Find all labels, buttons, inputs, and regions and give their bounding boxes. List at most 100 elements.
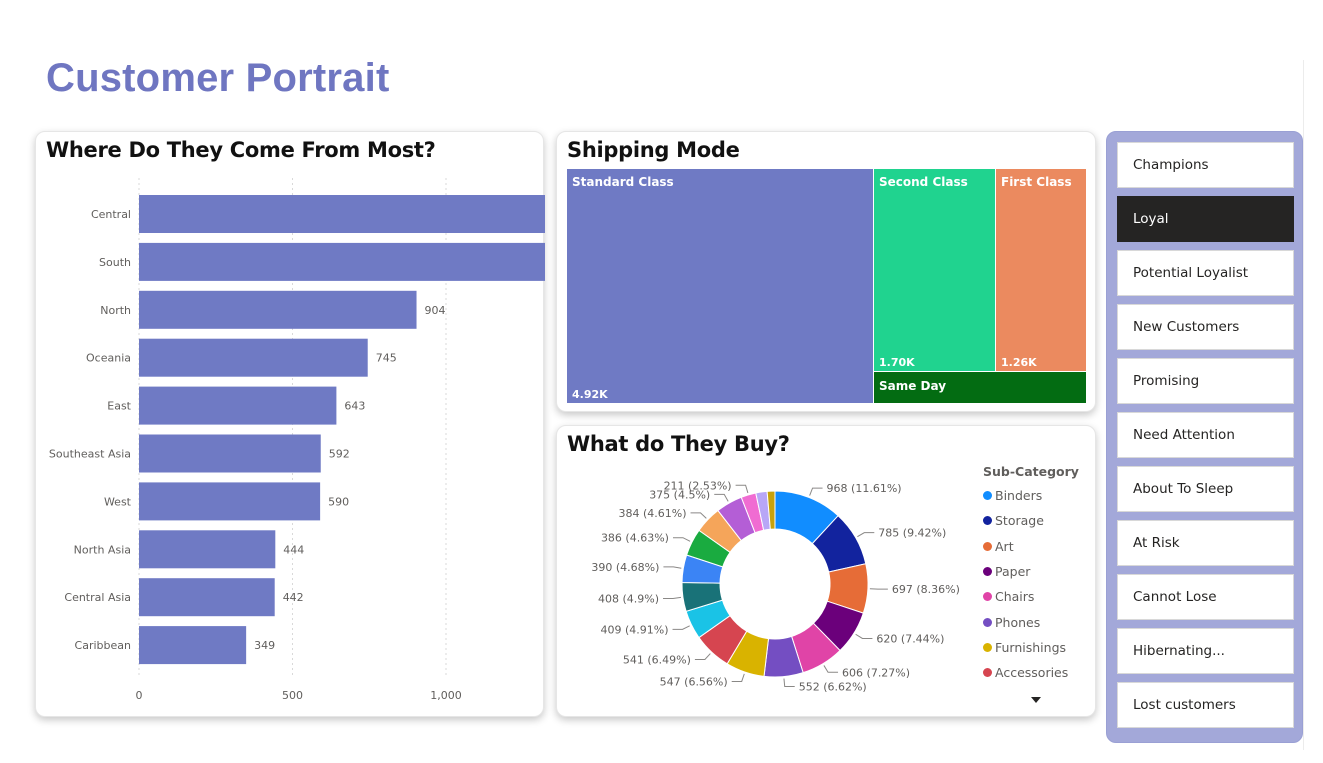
category-label-central-asia: Central Asia bbox=[64, 591, 131, 604]
segment-button-new-customers[interactable]: New Customers bbox=[1117, 304, 1294, 350]
donut-leader-line bbox=[857, 532, 875, 538]
segment-button-at-risk[interactable]: At Risk bbox=[1117, 520, 1294, 566]
bar-central-asia[interactable] bbox=[139, 578, 275, 617]
segment-button-need-attention[interactable]: Need Attention bbox=[1117, 412, 1294, 458]
donut-data-label: 785 (9.42%) bbox=[878, 527, 946, 540]
legend-item-paper[interactable]: Paper bbox=[983, 559, 1093, 584]
donut-leader-line bbox=[783, 678, 795, 688]
donut-leader-line bbox=[690, 512, 707, 519]
data-label-central-asia: 442 bbox=[283, 591, 304, 604]
donut-data-label: 541 (6.49%) bbox=[623, 653, 691, 666]
sub-category-legend: Sub-Category Binders Storage Art Paper Chair… bbox=[983, 464, 1093, 685]
bar-south[interactable] bbox=[139, 242, 545, 281]
legend-marker bbox=[983, 592, 992, 602]
donut-data-label: 620 (7.44%) bbox=[876, 632, 944, 645]
bar-east[interactable] bbox=[139, 386, 337, 425]
legend-item-binders[interactable]: Binders bbox=[983, 483, 1093, 508]
category-label-south: South bbox=[99, 256, 131, 269]
donut-leader-line bbox=[663, 566, 682, 569]
segment-button-champions[interactable]: Champions bbox=[1117, 142, 1294, 188]
donut-leader-line bbox=[731, 673, 745, 682]
donut-data-label: 606 (7.27%) bbox=[842, 666, 910, 679]
region-bar-chart[interactable]: 05001,0001,5002,000Central2235South1391N… bbox=[36, 132, 545, 718]
bar-west[interactable] bbox=[139, 482, 321, 521]
donut-data-label: 697 (8.36%) bbox=[892, 583, 960, 596]
donut-leader-line bbox=[672, 625, 690, 630]
data-label-caribbean: 349 bbox=[254, 639, 275, 652]
bar-north-asia[interactable] bbox=[139, 530, 276, 569]
segment-button-about-to-sleep[interactable]: About To Sleep bbox=[1117, 466, 1294, 512]
donut-leader-line bbox=[809, 487, 823, 496]
segment-button-cannot-lose[interactable]: Cannot Lose bbox=[1117, 574, 1294, 620]
donut-data-label: 386 (4.63%) bbox=[601, 532, 669, 545]
donut-leader-line bbox=[714, 493, 729, 502]
donut-leader-line bbox=[663, 596, 682, 599]
bar-north[interactable] bbox=[139, 290, 417, 329]
legend-label: Furnishings bbox=[995, 639, 1067, 655]
legend-marker bbox=[983, 642, 992, 652]
sub-category-donut-chart[interactable]: 968 (11.61%) 785 (9.42%) 697 (8.36%) 620 (7… bbox=[557, 426, 977, 718]
page-title: Customer Portrait bbox=[46, 56, 390, 100]
donut-data-label: 552 (6.62%) bbox=[799, 681, 867, 694]
data-label-oceania: 745 bbox=[376, 352, 397, 365]
page-edge-divider bbox=[1303, 60, 1304, 750]
bar-caribbean[interactable] bbox=[139, 626, 247, 665]
donut-data-label: 547 (6.56%) bbox=[660, 675, 728, 688]
bar-central[interactable] bbox=[139, 195, 545, 233]
legend-marker bbox=[983, 541, 992, 551]
legend-label: Art bbox=[995, 538, 1014, 554]
donut-data-label: 384 (4.61%) bbox=[619, 507, 687, 520]
segment-button-hibernating[interactable]: Hibernating... bbox=[1117, 628, 1294, 674]
donut-data-label: 408 (4.9%) bbox=[598, 592, 659, 605]
category-label-southeast-asia: Southeast Asia bbox=[49, 448, 131, 461]
shipping-mode-card[interactable]: Shipping Mode Standard Class 4.92K Secon… bbox=[556, 131, 1096, 412]
segment-button-loyal[interactable]: Loyal bbox=[1117, 196, 1294, 242]
treemap-value: 4.92K bbox=[572, 388, 608, 401]
segment-button-promising[interactable]: Promising bbox=[1117, 358, 1294, 404]
x-tick-label: 0 bbox=[136, 689, 143, 702]
x-tick-label: 500 bbox=[282, 689, 303, 702]
legend-scroll-down-icon[interactable] bbox=[1031, 697, 1041, 703]
category-label-caribbean: Caribbean bbox=[75, 639, 131, 652]
data-label-east: 643 bbox=[344, 400, 365, 413]
legend-label: Paper bbox=[995, 564, 1031, 580]
treemap-cell-standard-class[interactable]: Standard Class 4.92K bbox=[567, 169, 873, 403]
legend-item-chairs[interactable]: Chairs bbox=[983, 584, 1093, 609]
legend-label: Chairs bbox=[995, 589, 1035, 605]
treemap-label: First Class bbox=[1001, 175, 1072, 189]
legend-item-phones[interactable]: Phones bbox=[983, 609, 1093, 634]
bar-oceania[interactable] bbox=[139, 338, 368, 377]
category-label-central: Central bbox=[91, 208, 131, 221]
x-tick-label: 1,000 bbox=[430, 689, 462, 702]
category-label-west: West bbox=[104, 495, 132, 508]
donut-leader-line bbox=[694, 653, 711, 660]
treemap-cell-second-class[interactable]: Second Class 1.70K bbox=[874, 169, 995, 371]
donut-leader-line bbox=[855, 633, 873, 639]
data-label-west: 590 bbox=[328, 495, 349, 508]
legend-item-art[interactable]: Art bbox=[983, 534, 1093, 559]
category-label-oceania: Oceania bbox=[86, 352, 131, 365]
legend-item-furnishings[interactable]: Furnishings bbox=[983, 635, 1093, 660]
donut-data-label: 409 (4.91%) bbox=[600, 623, 668, 636]
segment-button-potential-loyalist[interactable]: Potential Loyalist bbox=[1117, 250, 1294, 296]
legend-item-storage[interactable]: Storage bbox=[983, 508, 1093, 533]
donut-leader-line bbox=[672, 537, 691, 542]
donut-leader-line bbox=[823, 665, 839, 673]
category-label-north: North bbox=[100, 304, 131, 317]
donut-data-label: 211 (2.53%) bbox=[664, 479, 732, 492]
legend-title: Sub-Category bbox=[983, 464, 1079, 479]
data-label-north: 904 bbox=[425, 304, 446, 317]
sub-category-donut-card[interactable]: What do They Buy? 968 (11.61%) 785 (9.42%… bbox=[556, 425, 1096, 717]
legend-marker bbox=[983, 491, 992, 501]
segment-button-lost-customers[interactable]: Lost customers bbox=[1117, 682, 1294, 728]
category-label-north-asia: North Asia bbox=[74, 543, 131, 556]
region-bar-chart-card[interactable]: Where Do They Come From Most? 05001,0001… bbox=[35, 131, 545, 718]
legend-label: Binders bbox=[995, 488, 1043, 504]
legend-item-accessories[interactable]: Accessories bbox=[983, 660, 1093, 685]
legend-marker bbox=[983, 668, 992, 678]
bar-southeast-asia[interactable] bbox=[139, 434, 321, 473]
treemap-cell-same-day[interactable]: Same Day bbox=[874, 372, 1086, 403]
treemap-label: Same Day bbox=[879, 379, 947, 393]
shipping-chart-title: Shipping Mode bbox=[567, 138, 740, 162]
treemap-cell-first-class[interactable]: First Class 1.26K bbox=[996, 169, 1086, 371]
